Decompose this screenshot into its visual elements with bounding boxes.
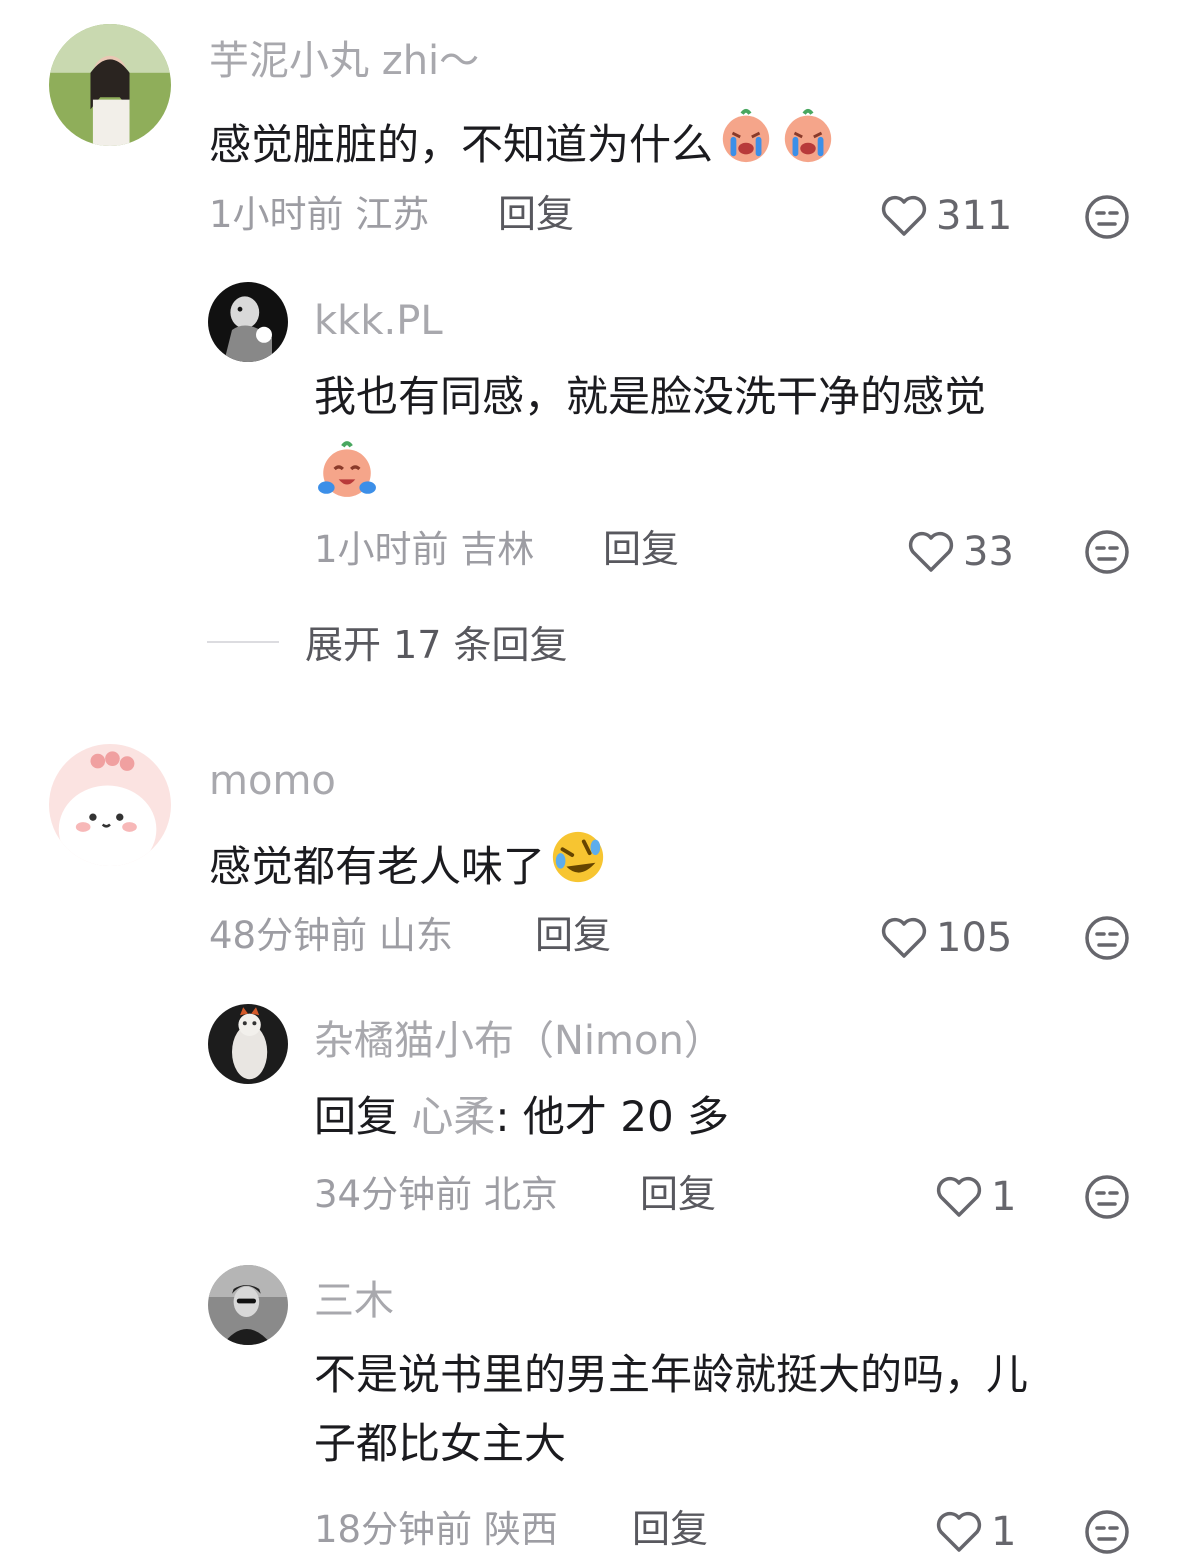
comment-text: 回复 心柔: 他才 20 多 bbox=[314, 1092, 730, 1141]
crying-face-emoji bbox=[784, 108, 832, 163]
comment-text: 感觉脏脏的，不知道为什么 bbox=[209, 106, 837, 176]
like-count: 311 bbox=[936, 193, 1013, 239]
username[interactable]: kkk.PL bbox=[314, 301, 443, 341]
comment-meta: 48分钟前 山东 bbox=[209, 914, 453, 957]
dislike-icon[interactable] bbox=[1083, 1173, 1131, 1221]
like-button[interactable]: 1 bbox=[935, 1175, 1016, 1219]
mention-link[interactable]: 心柔 bbox=[411, 1092, 495, 1141]
like-button[interactable]: 311 bbox=[880, 194, 1012, 238]
reply-button[interactable]: 回复 bbox=[640, 1175, 716, 1213]
username[interactable]: 三木 bbox=[314, 1281, 394, 1321]
heart-icon bbox=[908, 531, 954, 572]
username[interactable]: 芋泥小丸 zhi～ bbox=[209, 41, 479, 81]
like-count: 1 bbox=[991, 1174, 1017, 1220]
comment-text: 不是说书里的男主年龄就挺大的吗，儿 子都比女主大 bbox=[314, 1350, 1029, 1468]
like-button[interactable]: 105 bbox=[880, 916, 1012, 960]
dislike-icon[interactable] bbox=[1083, 528, 1131, 576]
avatar[interactable] bbox=[49, 744, 171, 866]
comment-meta: 1小时前 江苏 bbox=[209, 193, 430, 236]
expand-replies-label: 展开 17 条回复 bbox=[305, 623, 568, 667]
dislike-icon[interactable] bbox=[1083, 914, 1131, 962]
like-count: 33 bbox=[963, 529, 1014, 575]
comment-text: 感觉都有老人味了 bbox=[209, 828, 607, 898]
avatar[interactable] bbox=[208, 1004, 288, 1084]
divider bbox=[207, 640, 279, 643]
like-button[interactable]: 1 bbox=[935, 1510, 1016, 1554]
like-count: 1 bbox=[991, 1509, 1017, 1555]
avatar[interactable] bbox=[208, 1265, 288, 1345]
reply-button[interactable]: 回复 bbox=[632, 1510, 708, 1548]
rolling-on-floor-laughing-emoji bbox=[552, 831, 604, 883]
comment-meta: 1小时前 吉林 bbox=[314, 528, 535, 571]
reply-button[interactable]: 回复 bbox=[498, 195, 574, 233]
laugh-cry-face-emoji bbox=[318, 441, 376, 497]
expand-replies-button[interactable]: 展开 17 条回复 bbox=[207, 614, 568, 669]
comment-meta: 18分钟前 陕西 bbox=[314, 1508, 558, 1551]
heart-icon bbox=[881, 195, 927, 236]
heart-icon bbox=[881, 917, 927, 958]
dislike-icon[interactable] bbox=[1083, 1508, 1131, 1556]
like-button[interactable]: 33 bbox=[907, 530, 1014, 574]
reply-button[interactable]: 回复 bbox=[603, 530, 679, 568]
crying-face-emoji bbox=[722, 108, 770, 163]
username[interactable]: 杂橘猫小布（Nimon） bbox=[314, 1021, 724, 1061]
avatar[interactable] bbox=[49, 24, 171, 146]
username[interactable]: momo bbox=[209, 761, 336, 801]
heart-icon bbox=[936, 1176, 982, 1217]
like-count: 105 bbox=[936, 915, 1013, 961]
reply-button[interactable]: 回复 bbox=[535, 916, 611, 954]
comment-text: 我也有同感，就是脸没洗干净的感觉 bbox=[314, 372, 987, 421]
dislike-icon[interactable] bbox=[1083, 193, 1131, 241]
comment-meta: 34分钟前 北京 bbox=[314, 1173, 558, 1216]
avatar[interactable] bbox=[208, 282, 288, 362]
heart-icon bbox=[936, 1511, 982, 1552]
